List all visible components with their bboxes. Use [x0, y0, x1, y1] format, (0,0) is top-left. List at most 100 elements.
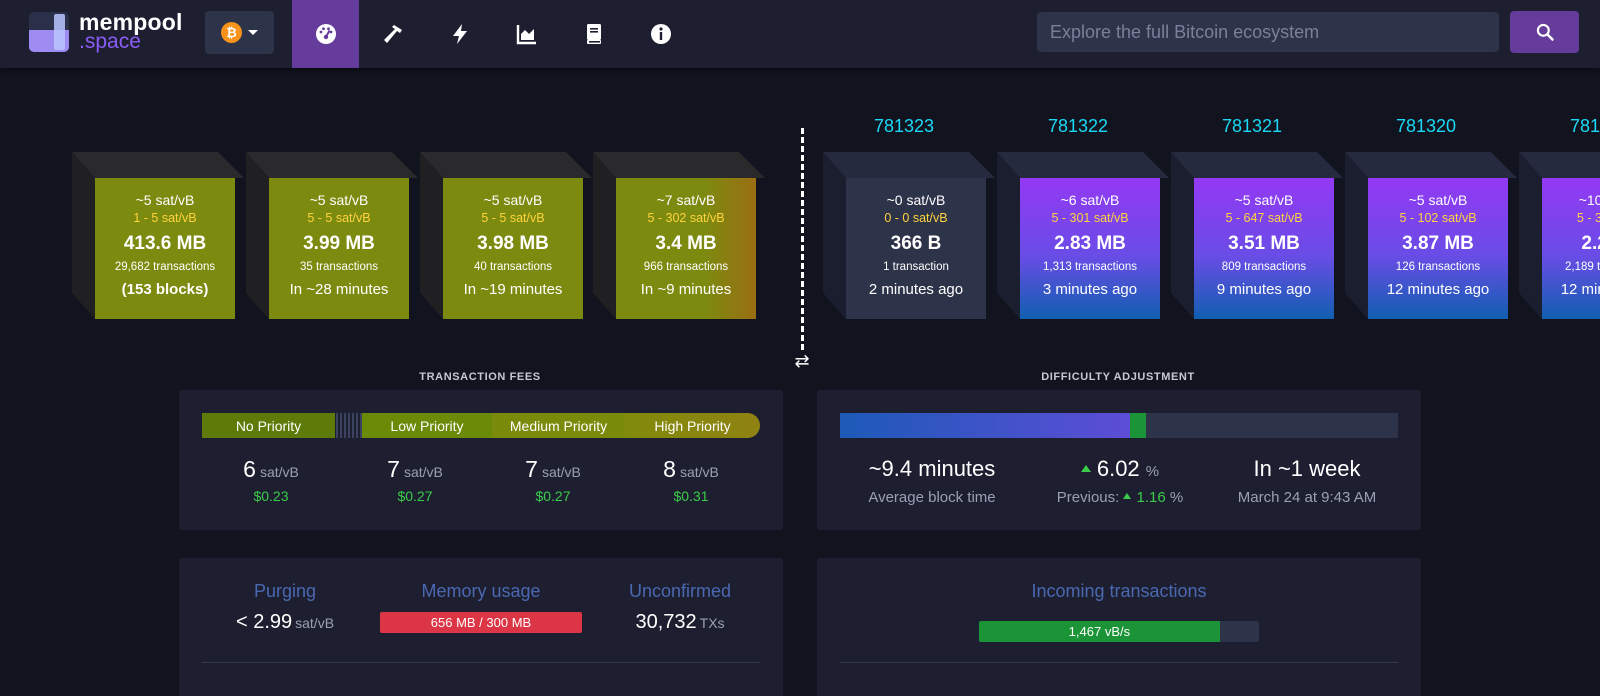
- block-height-link[interactable]: 781322: [1008, 116, 1148, 137]
- logo[interactable]: mempool .space: [29, 9, 183, 53]
- block-eta: In ~19 minutes: [463, 281, 563, 298]
- navbar: mempool .space ₿: [0, 0, 1600, 68]
- book-icon: [586, 24, 601, 44]
- block-size: 3.51 MB: [1228, 233, 1300, 254]
- mempool-block[interactable]: ~7 sat/vB 5 - 302 sat/vB 3.4 MB 966 tran…: [593, 152, 765, 319]
- search-input[interactable]: [1037, 12, 1499, 52]
- block-fee-range: 1 - 5 sat/vB: [133, 211, 197, 225]
- block-size: 3.99 MB: [303, 233, 375, 254]
- medium-priority-fee: 7 sat/vB $0.27: [525, 456, 581, 504]
- block-median-fee: ~10 sat/vB: [1578, 192, 1600, 208]
- no-priority-segment: No Priority: [202, 413, 335, 438]
- search-button[interactable]: [1510, 11, 1579, 53]
- mempool-blockchain-divider: [801, 128, 804, 350]
- block-height-link[interactable]: 781323: [834, 116, 974, 137]
- high-priority-segment: High Priority: [625, 413, 760, 438]
- block-height-link[interactable]: 781321: [1182, 116, 1322, 137]
- block-median-fee: ~5 sat/vB: [1234, 192, 1294, 208]
- block-tx-count: 35 transactions: [300, 261, 378, 273]
- nav-lightning[interactable]: [426, 0, 493, 68]
- mined-block[interactable]: ~10 sat/vB 5 - 37 sat/vB 2.2 MB 2,189 tr…: [1519, 152, 1600, 319]
- block-size: 366 B: [890, 233, 942, 254]
- incoming-stat: Incoming transactions: [1031, 581, 1207, 601]
- search-icon: [1536, 23, 1554, 41]
- block-median-fee: ~6 sat/vB: [1060, 192, 1120, 208]
- medium-priority-segment: Medium Priority: [492, 413, 625, 438]
- nav-dashboard[interactable]: [292, 0, 359, 68]
- block-age: 2 minutes ago: [868, 281, 964, 298]
- incoming-transactions-bar: 1,467 vB/s: [979, 621, 1259, 642]
- difficulty-progress-bar: [840, 413, 1398, 438]
- block-fee-range: 5 - 102 sat/vB: [1399, 211, 1477, 225]
- arrow-up-icon: [1080, 464, 1091, 472]
- block-eta: (153 blocks): [121, 281, 209, 298]
- no-priority-fee: 6 sat/vB $0.23: [243, 456, 299, 504]
- block-median-fee: ~5 sat/vB: [135, 192, 195, 208]
- block-fee-range: 5 - 647 sat/vB: [1225, 211, 1303, 225]
- nav-docs[interactable]: [560, 0, 627, 68]
- block-age: 12 minutes ago: [1560, 281, 1600, 298]
- block-median-fee: ~5 sat/vB: [309, 192, 369, 208]
- block-fee-range: 5 - 37 sat/vB: [1576, 211, 1600, 225]
- mempool-block[interactable]: ~5 sat/vB 1 - 5 sat/vB 413.6 MB 29,682 t…: [72, 152, 244, 319]
- block-eta: In ~28 minutes: [289, 281, 389, 298]
- block-tx-count: 1,313 transactions: [1043, 261, 1137, 273]
- mempool-block[interactable]: ~5 sat/vB 5 - 5 sat/vB 3.99 MB 35 transa…: [246, 152, 418, 319]
- info-icon: [650, 24, 671, 44]
- block-height-link[interactable]: 781319: [1530, 116, 1600, 137]
- hammer-icon: [383, 25, 402, 43]
- high-priority-fee: 8 sat/vB $0.31: [663, 456, 719, 504]
- nav-graphs[interactable]: [493, 0, 560, 68]
- block-tx-count: 966 transactions: [643, 261, 729, 273]
- block-fee-range: 0 - 0 sat/vB: [884, 211, 948, 225]
- block-median-fee: ~5 sat/vB: [483, 192, 543, 208]
- difficulty-eta: In ~1 week March 24 at 9:43 AM: [1237, 456, 1377, 506]
- purging-stat: Purging < 2.99 sat/vB: [235, 581, 335, 633]
- difficulty-panel-title: DIFFICULTY ADJUSTMENT: [1041, 371, 1195, 383]
- swap-arrows-icon[interactable]: ⇄: [792, 351, 812, 372]
- low-priority-fee: 7 sat/vB $0.27: [387, 456, 443, 504]
- block-median-fee: ~7 sat/vB: [656, 192, 716, 208]
- logo-mark-icon: [29, 12, 69, 52]
- mined-block[interactable]: ~5 sat/vB 5 - 102 sat/vB 3.87 MB 126 tra…: [1345, 152, 1517, 319]
- block-size: 3.87 MB: [1402, 233, 1474, 254]
- block-fee-range: 5 - 5 sat/vB: [307, 211, 371, 225]
- block-tx-count: 2,189 transactions: [1565, 261, 1600, 273]
- block-tx-count: 40 transactions: [474, 261, 552, 273]
- mined-block[interactable]: ~0 sat/vB 0 - 0 sat/vB 366 B 1 transacti…: [823, 152, 995, 319]
- block-fee-range: 5 - 302 sat/vB: [647, 211, 725, 225]
- block-tx-count: 126 transactions: [1395, 261, 1481, 273]
- block-median-fee: ~5 sat/vB: [1408, 192, 1468, 208]
- difficulty-change: 6.02 % Previous: 1.16 %: [1056, 456, 1184, 506]
- bitcoin-icon: ₿: [221, 22, 242, 43]
- nav-mining[interactable]: [359, 0, 426, 68]
- block-tx-count: 809 transactions: [1221, 261, 1307, 273]
- mempool-block[interactable]: ~5 sat/vB 5 - 5 sat/vB 3.98 MB 40 transa…: [420, 152, 592, 319]
- block-age: 3 minutes ago: [1042, 281, 1138, 298]
- mined-block[interactable]: ~6 sat/vB 5 - 301 sat/vB 2.83 MB 1,313 t…: [997, 152, 1169, 319]
- network-selector-button[interactable]: ₿: [205, 11, 274, 54]
- mined-block[interactable]: ~5 sat/vB 5 - 647 sat/vB 3.51 MB 809 tra…: [1171, 152, 1343, 319]
- fees-panel-title: TRANSACTION FEES: [419, 371, 541, 383]
- block-height-link[interactable]: 781320: [1356, 116, 1496, 137]
- unconfirmed-stat: Unconfirmed 30,732 TXs: [628, 581, 732, 633]
- avg-block-time: ~9.4 minutes Average block time: [868, 456, 996, 506]
- caret-down-icon: [248, 30, 258, 35]
- gauge-icon: [315, 24, 336, 44]
- block-fee-range: 5 - 301 sat/vB: [1051, 211, 1129, 225]
- fee-gap-segment: [336, 413, 362, 438]
- arrow-up-icon: [1123, 493, 1132, 500]
- bolt-icon: [452, 24, 467, 44]
- difficulty-remaining-marker: [1130, 413, 1147, 438]
- block-age: 12 minutes ago: [1386, 281, 1490, 298]
- block-median-fee: ~0 sat/vB: [886, 192, 946, 208]
- logo-domain: .space: [79, 30, 141, 53]
- logo-name: mempool: [79, 9, 183, 35]
- block-age: 9 minutes ago: [1216, 281, 1312, 298]
- incoming-transactions-fill: 1,467 vB/s: [979, 621, 1220, 642]
- fee-priority-bar: No Priority Low Priority Medium Priority…: [202, 413, 760, 438]
- nav-about[interactable]: [627, 0, 694, 68]
- divider: [840, 662, 1398, 663]
- memory-usage-bar: 656 MB / 300 MB: [380, 612, 582, 633]
- block-tx-count: 1 transaction: [883, 261, 949, 273]
